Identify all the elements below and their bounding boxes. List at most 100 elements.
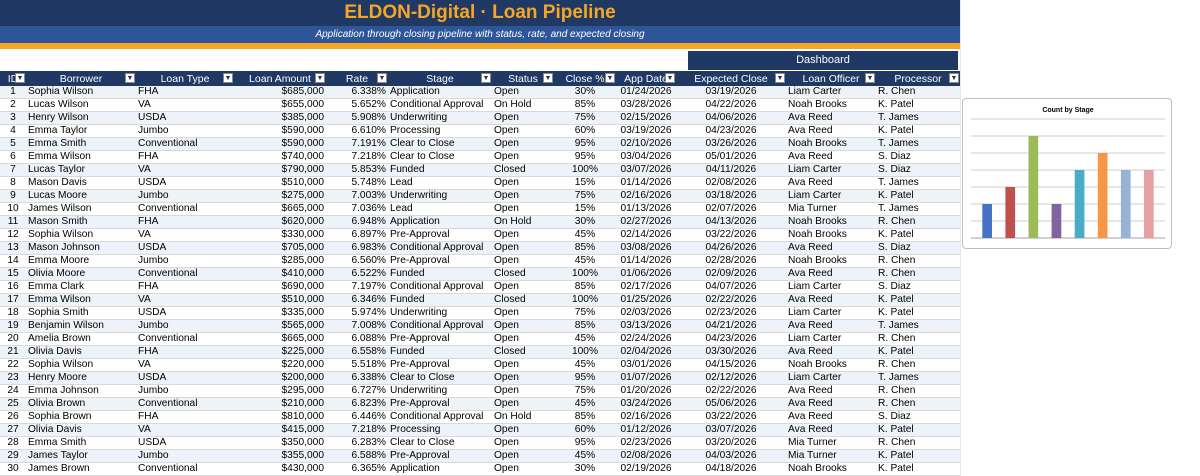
cell-rate[interactable]: 7.218% <box>326 150 388 165</box>
cell-id[interactable]: 16 <box>0 280 26 295</box>
cell-borrower[interactable]: Mason Smith <box>26 215 136 230</box>
cell-borrower[interactable]: Sophia Wilson <box>26 228 136 243</box>
cell-expected-close[interactable]: 03/30/2026 <box>676 345 786 360</box>
cell-expected-close[interactable]: 02/07/2026 <box>676 202 786 217</box>
cell-loan-officer[interactable]: Noah Brooks <box>786 215 876 230</box>
cell-processor[interactable]: T. James <box>876 202 960 217</box>
cell-expected-close[interactable]: 04/22/2026 <box>676 98 786 113</box>
column-header-stage[interactable]: Stage ▼ <box>388 71 492 86</box>
table-row[interactable]: 5 Emma Smith Conventional $590,000 7.191% Cle… <box>0 137 960 152</box>
cell-expected-close[interactable]: 04/06/2026 <box>676 111 786 126</box>
cell-stage[interactable]: Clear to Close <box>388 150 492 165</box>
cell-stage[interactable]: Application <box>388 462 492 476</box>
cell-borrower[interactable]: Emma Taylor <box>26 124 136 139</box>
cell-rate[interactable]: 6.338% <box>326 86 388 100</box>
cell-processor[interactable]: R. Chen <box>876 86 960 100</box>
cell-loan-type[interactable]: FHA <box>136 86 234 100</box>
table-row[interactable]: 11 Mason Smith FHA $620,000 6.948% Applicatio… <box>0 215 960 230</box>
chart-bar-clear-to-close[interactable] <box>1120 170 1131 238</box>
table-row[interactable]: 7 Lucas Taylor VA $790,000 5.853% Funded Close… <box>0 163 960 178</box>
column-header-app-date[interactable]: App Date ▼ <box>616 71 676 86</box>
cell-loan-officer[interactable]: Noah Brooks <box>786 254 876 269</box>
table-row[interactable]: 20 Amelia Brown Conventional $665,000 6.088%… <box>0 332 960 347</box>
cell-processor[interactable]: S. Diaz <box>876 150 960 165</box>
cell-loan-type[interactable]: VA <box>136 163 234 178</box>
filter-dropdown-icon[interactable]: ▼ <box>949 73 959 83</box>
cell-processor[interactable]: R. Chen <box>876 397 960 412</box>
cell-loan-amount[interactable]: $740,000 <box>234 150 326 165</box>
cell-loan-officer[interactable]: Ava Reed <box>786 124 876 139</box>
cell-stage[interactable]: Underwriting <box>388 189 492 204</box>
filter-dropdown-icon[interactable]: ▼ <box>665 73 675 83</box>
cell-rate[interactable]: 6.283% <box>326 436 388 451</box>
cell-processor[interactable]: K. Patel <box>876 98 960 113</box>
cell-loan-amount[interactable]: $690,000 <box>234 280 326 295</box>
cell-close-pct[interactable]: 95% <box>554 436 616 451</box>
cell-app-date[interactable]: 02/19/2026 <box>616 462 676 476</box>
cell-loan-amount[interactable]: $355,000 <box>234 449 326 464</box>
chart-bar-underwriting[interactable] <box>1074 170 1085 238</box>
cell-processor[interactable]: R. Chen <box>876 332 960 347</box>
cell-expected-close[interactable]: 04/26/2026 <box>676 241 786 256</box>
cell-rate[interactable]: 6.365% <box>326 462 388 476</box>
cell-rate[interactable]: 6.823% <box>326 397 388 412</box>
cell-borrower[interactable]: Benjamin Wilson <box>26 319 136 334</box>
cell-processor[interactable]: K. Patel <box>876 345 960 360</box>
table-row[interactable]: 16 Emma Clark FHA $690,000 7.197% Conditional… <box>0 280 960 295</box>
cell-borrower[interactable]: Olivia Moore <box>26 267 136 282</box>
cell-processor[interactable]: K. Patel <box>876 306 960 321</box>
cell-borrower[interactable]: Lucas Wilson <box>26 98 136 113</box>
cell-close-pct[interactable]: 45% <box>554 254 616 269</box>
cell-processor[interactable]: R. Chen <box>876 215 960 230</box>
cell-loan-type[interactable]: VA <box>136 228 234 243</box>
cell-app-date[interactable]: 02/24/2026 <box>616 332 676 347</box>
filter-dropdown-icon[interactable]: ▼ <box>15 73 25 83</box>
cell-app-date[interactable]: 03/13/2026 <box>616 319 676 334</box>
cell-expected-close[interactable]: 02/28/2026 <box>676 254 786 269</box>
cell-close-pct[interactable]: 85% <box>554 410 616 425</box>
cell-rate[interactable]: 6.983% <box>326 241 388 256</box>
cell-status[interactable]: Open <box>492 436 554 451</box>
filter-dropdown-icon[interactable]: ▼ <box>481 73 491 83</box>
table-row[interactable]: 3 Henry Wilson USDA $385,000 5.908% Underwrit… <box>0 111 960 126</box>
cell-app-date[interactable]: 02/08/2026 <box>616 449 676 464</box>
table-row[interactable]: 23 Henry Moore USDA $200,000 6.338% Clear to … <box>0 371 960 386</box>
cell-loan-amount[interactable]: $590,000 <box>234 137 326 152</box>
cell-loan-amount[interactable]: $810,000 <box>234 410 326 425</box>
cell-loan-amount[interactable]: $705,000 <box>234 241 326 256</box>
cell-id[interactable]: 7 <box>0 163 26 178</box>
cell-loan-type[interactable]: Conventional <box>136 202 234 217</box>
cell-loan-type[interactable]: Jumbo <box>136 384 234 399</box>
cell-borrower[interactable]: James Taylor <box>26 449 136 464</box>
cell-close-pct[interactable]: 95% <box>554 371 616 386</box>
cell-app-date[interactable]: 02/16/2026 <box>616 410 676 425</box>
cell-loan-type[interactable]: VA <box>136 98 234 113</box>
cell-loan-officer[interactable]: Ava Reed <box>786 410 876 425</box>
cell-close-pct[interactable]: 85% <box>554 241 616 256</box>
cell-loan-type[interactable]: VA <box>136 423 234 438</box>
cell-close-pct[interactable]: 95% <box>554 137 616 152</box>
cell-processor[interactable]: K. Patel <box>876 449 960 464</box>
column-header-borrower[interactable]: Borrower ▼ <box>26 71 136 86</box>
cell-stage[interactable]: Conditional Approval <box>388 280 492 295</box>
cell-status[interactable]: Open <box>492 358 554 373</box>
cell-stage[interactable]: Conditional Approval <box>388 410 492 425</box>
cell-loan-amount[interactable]: $410,000 <box>234 267 326 282</box>
table-row[interactable]: 12 Sophia Wilson VA $330,000 6.897% Pre-Appro… <box>0 228 960 243</box>
cell-app-date[interactable]: 02/14/2026 <box>616 228 676 243</box>
cell-app-date[interactable]: 03/28/2026 <box>616 98 676 113</box>
cell-id[interactable]: 12 <box>0 228 26 243</box>
cell-stage[interactable]: Application <box>388 215 492 230</box>
cell-rate[interactable]: 6.522% <box>326 267 388 282</box>
cell-stage[interactable]: Conditional Approval <box>388 241 492 256</box>
cell-loan-type[interactable]: Conventional <box>136 137 234 152</box>
column-header-close-pct[interactable]: Close % ▼ <box>554 71 616 86</box>
cell-status[interactable]: Open <box>492 280 554 295</box>
cell-processor[interactable]: T. James <box>876 176 960 191</box>
cell-expected-close[interactable]: 02/22/2026 <box>676 293 786 308</box>
cell-processor[interactable]: K. Patel <box>876 293 960 308</box>
cell-loan-officer[interactable]: Liam Carter <box>786 163 876 178</box>
cell-loan-officer[interactable]: Liam Carter <box>786 189 876 204</box>
cell-processor[interactable]: T. James <box>876 319 960 334</box>
cell-expected-close[interactable]: 03/18/2026 <box>676 189 786 204</box>
